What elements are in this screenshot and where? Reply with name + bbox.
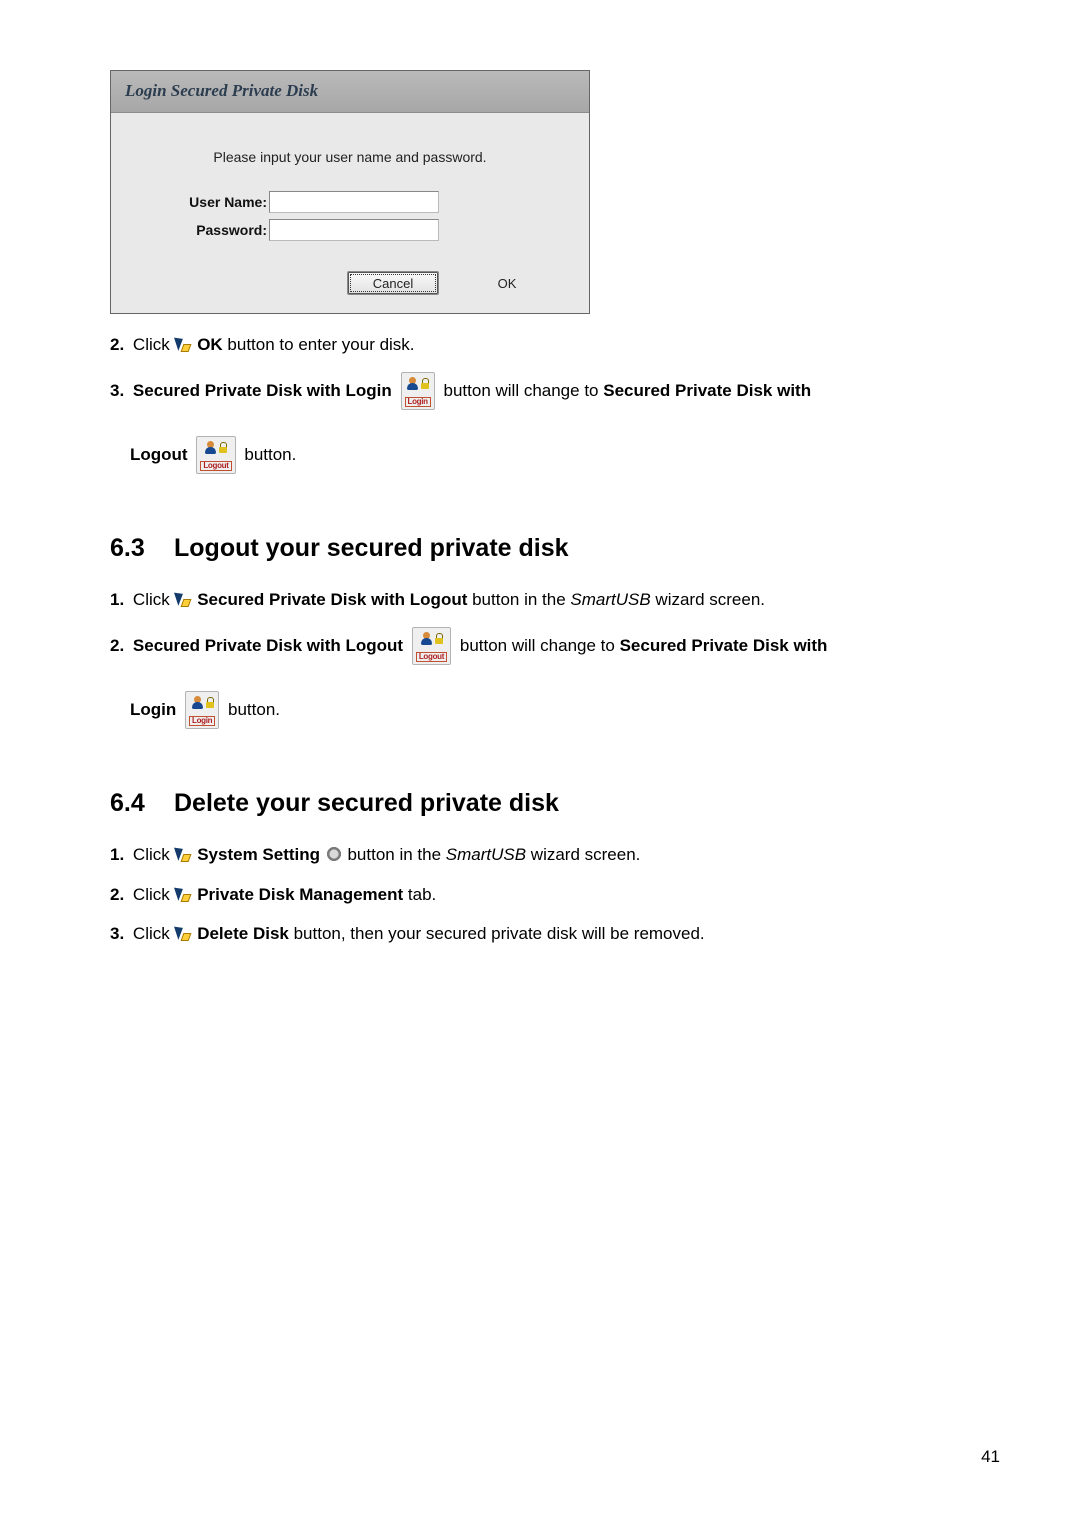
section-6-4-step-2: 2. Click Private Disk Management tab. <box>110 882 1010 908</box>
step-3-top: 3. Secured Private Disk with Login Login… <box>110 372 1010 474</box>
section-6-4-step-3: 3. Click Delete Disk button, then your s… <box>110 921 1010 947</box>
section-6-4-heading: 6.4Delete your secured private disk <box>110 785 1010 823</box>
cursor-icon <box>174 590 192 608</box>
section-6-3-step-1: 1. Click Secured Private Disk with Logou… <box>110 587 1010 613</box>
login-dialog: Login Secured Private Disk Please input … <box>110 70 590 314</box>
step-number: 3. <box>110 381 124 400</box>
dialog-body: Please input your user name and password… <box>111 113 589 313</box>
dialog-titlebar: Login Secured Private Disk <box>111 71 589 113</box>
dialog-message: Please input your user name and password… <box>129 149 571 165</box>
cursor-icon <box>174 924 192 942</box>
password-input[interactable] <box>269 219 439 241</box>
username-row: User Name: <box>129 191 571 213</box>
step-2-top: 2. Click OK button to enter your disk. <box>110 332 1010 358</box>
cursor-icon <box>174 885 192 903</box>
login-icon: Login <box>185 691 219 729</box>
section-6-3-step-2: 2. Secured Private Disk with Logout Logo… <box>110 627 1010 729</box>
section-6-3-heading: 6.3Logout your secured private disk <box>110 530 1010 568</box>
cancel-button[interactable]: Cancel <box>347 271 439 295</box>
cursor-icon <box>174 335 192 353</box>
password-label: Password: <box>167 222 267 238</box>
login-icon: Login <box>401 372 435 410</box>
dialog-button-row: Cancel OK <box>129 271 571 301</box>
username-label: User Name: <box>167 194 267 210</box>
cursor-icon <box>174 845 192 863</box>
username-input[interactable] <box>269 191 439 213</box>
page-number: 41 <box>981 1447 1000 1467</box>
dialog-title: Login Secured Private Disk <box>125 81 318 100</box>
ok-button[interactable]: OK <box>461 271 553 295</box>
logout-icon: Logout <box>412 627 451 665</box>
logout-icon: Logout <box>196 436 235 474</box>
step-number: 2. <box>110 335 124 354</box>
password-row: Password: <box>129 219 571 241</box>
gear-icon <box>325 845 343 863</box>
section-6-4-step-1: 1. Click System Setting button in the Sm… <box>110 842 1010 868</box>
